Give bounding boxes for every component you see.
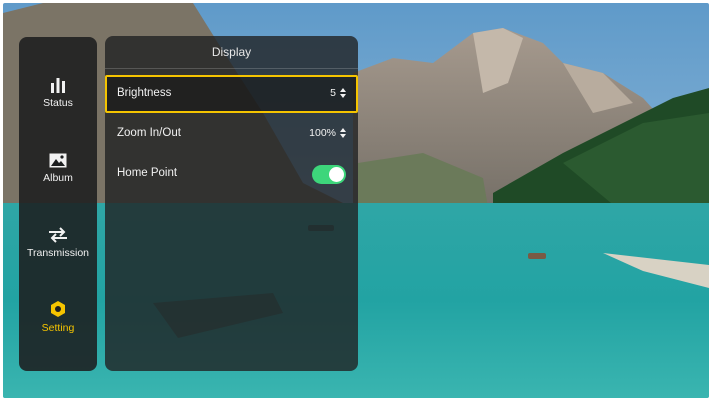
sidebar-item-setting[interactable]: Setting bbox=[19, 287, 97, 347]
brightness-row[interactable]: Brightness 5 bbox=[105, 75, 358, 113]
image-icon bbox=[49, 153, 67, 167]
sidebar: Status Album Transmission Setting bbox=[19, 37, 97, 371]
sidebar-item-label: Album bbox=[43, 171, 73, 184]
sidebar-item-album[interactable]: Album bbox=[19, 138, 97, 198]
panel-title: Display bbox=[105, 36, 358, 69]
toggle-knob bbox=[329, 167, 344, 182]
home-point-row[interactable]: Home Point bbox=[105, 155, 358, 193]
app-window: Status Album Transmission Setting Displa… bbox=[3, 3, 709, 398]
transfer-arrows-icon bbox=[49, 227, 67, 243]
home-point-label: Home Point bbox=[117, 167, 178, 179]
sidebar-item-label: Setting bbox=[41, 322, 75, 334]
sidebar-item-label: Transmission bbox=[26, 247, 90, 259]
bar-chart-icon bbox=[51, 78, 65, 93]
up-down-arrow-icon[interactable] bbox=[340, 128, 346, 138]
settings-panel: Display Brightness 5 Zoom In/Out 100% Ho… bbox=[105, 36, 358, 371]
zoom-label: Zoom In/Out bbox=[117, 127, 181, 139]
sidebar-item-status[interactable]: Status bbox=[19, 63, 97, 123]
zoom-row[interactable]: Zoom In/Out 100% bbox=[105, 115, 358, 153]
up-down-arrow-icon[interactable] bbox=[340, 88, 346, 98]
brightness-label: Brightness bbox=[117, 87, 172, 99]
hexagon-settings-icon bbox=[51, 301, 65, 317]
brightness-value: 5 bbox=[330, 87, 336, 99]
zoom-value: 100% bbox=[309, 127, 336, 139]
sidebar-item-label: Status bbox=[43, 97, 73, 109]
home-point-toggle[interactable] bbox=[312, 165, 346, 184]
sidebar-item-transmission[interactable]: Transmission bbox=[19, 213, 97, 273]
